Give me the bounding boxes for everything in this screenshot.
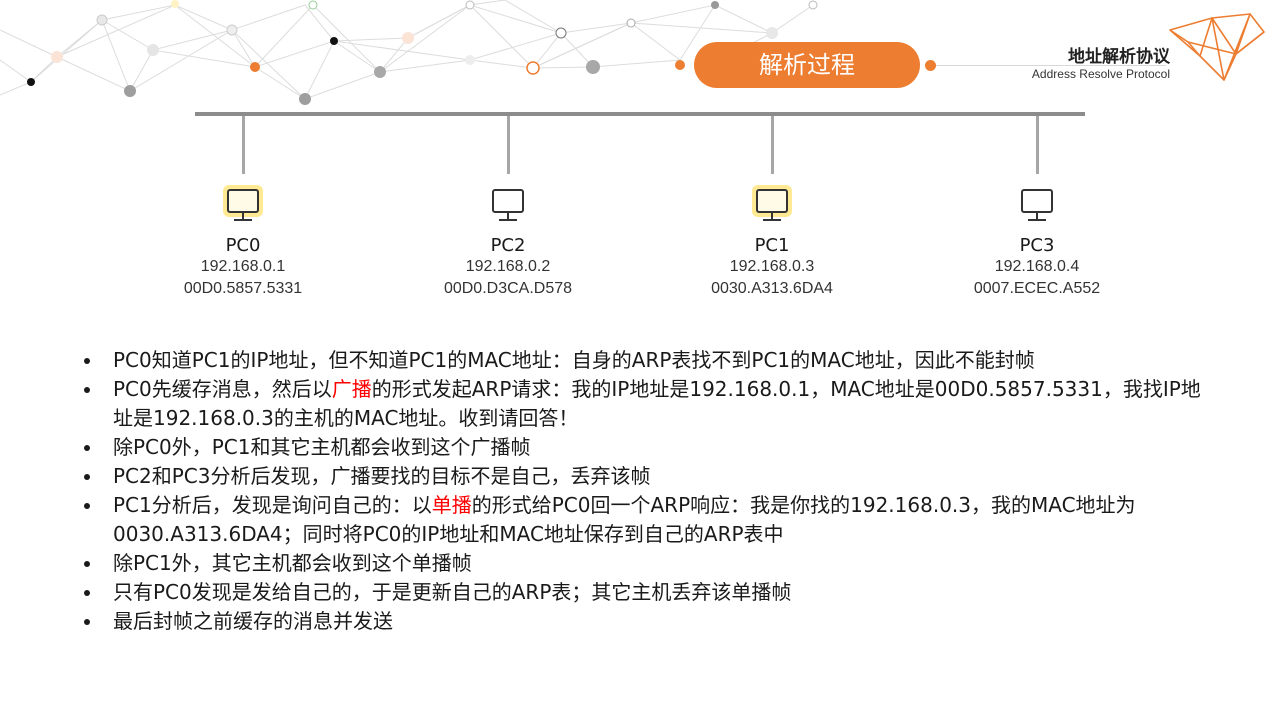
brand-subtitle: Address Resolve Protocol (1031, 67, 1170, 81)
host-name: PC1 (754, 235, 790, 256)
polygon-logo-icon (1169, 13, 1265, 81)
host-ip: 192.168.0.3 (729, 258, 815, 275)
bullet-text: PC0知道PC1的IP地址，但不知道PC1的MAC地址：自身的ARP表找不到PC… (113, 348, 1035, 372)
host-ip: 192.168.0.4 (994, 258, 1080, 275)
title-accent-dot (925, 60, 936, 71)
monitor-icon (492, 189, 524, 221)
monitor-icon (752, 185, 792, 221)
list-item: 除PC1外，其它主机都会收到这个单播帧 (84, 549, 1214, 578)
host-ip: 192.168.0.1 (200, 258, 286, 275)
network-bus-line (195, 112, 1085, 116)
bus-drop-pc0 (242, 116, 245, 174)
list-item: PC1分析后，发现是询问自己的：以单播的形式给PC0回一个ARP响应：我是你找的… (84, 491, 1214, 549)
host-pc2: PC2 192.168.0.2 00D0.D3CA.D578 (408, 184, 608, 300)
host-name: PC2 (490, 235, 526, 256)
bus-drop-pc1 (771, 116, 774, 174)
list-item: 除PC0外，PC1和其它主机都会收到这个广播帧 (84, 433, 1214, 462)
bullet-highlight: 广播 (331, 377, 372, 401)
bullet-highlight: 单播 (431, 493, 472, 517)
list-item: 最后封帧之前缓存的消息并发送 (84, 607, 1214, 636)
list-item: PC2和PC3分析后发现，广播要找的目标不是自己，丢弃该帧 (84, 462, 1214, 491)
bullet-text: 除PC1外，其它主机都会收到这个单播帧 (113, 551, 472, 575)
brand-title: 地址解析协议 (1068, 47, 1170, 67)
bus-drop-pc3 (1036, 116, 1039, 174)
host-name: PC3 (1019, 235, 1055, 256)
host-pc1: PC1 192.168.0.3 0030.A313.6DA4 (672, 184, 872, 300)
bullet-text: 除PC0外，PC1和其它主机都会收到这个广播帧 (113, 435, 531, 459)
monitor-icon (223, 185, 263, 221)
explanation-list: PC0知道PC1的IP地址，但不知道PC1的MAC地址：自身的ARP表找不到PC… (84, 346, 1214, 636)
host-name: PC0 (225, 235, 261, 256)
section-title-pill: 解析过程 (694, 42, 920, 88)
list-item: PC0先缓存消息，然后以广播的形式发起ARP请求：我的IP地址是192.168.… (84, 375, 1214, 433)
bullet-text: 只有PC0发现是发给自己的，于是更新自己的ARP表；其它主机丢弃该单播帧 (113, 580, 792, 604)
host-pc3: PC3 192.168.0.4 0007.ECEC.A552 (937, 184, 1137, 300)
list-item: 只有PC0发现是发给自己的，于是更新自己的ARP表；其它主机丢弃该单播帧 (84, 578, 1214, 607)
bullet-text: 最后封帧之前缓存的消息并发送 (113, 609, 393, 633)
host-mac: 00D0.5857.5331 (183, 280, 303, 297)
host-mac: 00D0.D3CA.D578 (443, 280, 573, 297)
list-item: PC0知道PC1的IP地址，但不知道PC1的MAC地址：自身的ARP表找不到PC… (84, 346, 1214, 375)
bullet-text: PC2和PC3分析后发现，广播要找的目标不是自己，丢弃该帧 (113, 464, 651, 488)
host-ip: 192.168.0.2 (465, 258, 551, 275)
monitor-icon (1021, 189, 1053, 221)
host-mac: 0030.A313.6DA4 (711, 280, 833, 297)
host-pc0: PC0 192.168.0.1 00D0.5857.5331 (143, 184, 343, 300)
bullet-text: PC0先缓存消息，然后以 (113, 377, 332, 401)
host-mac: 0007.ECEC.A552 (973, 280, 1101, 297)
bus-drop-pc2 (507, 116, 510, 174)
bullet-text: PC1分析后，发现是询问自己的：以 (113, 493, 432, 517)
